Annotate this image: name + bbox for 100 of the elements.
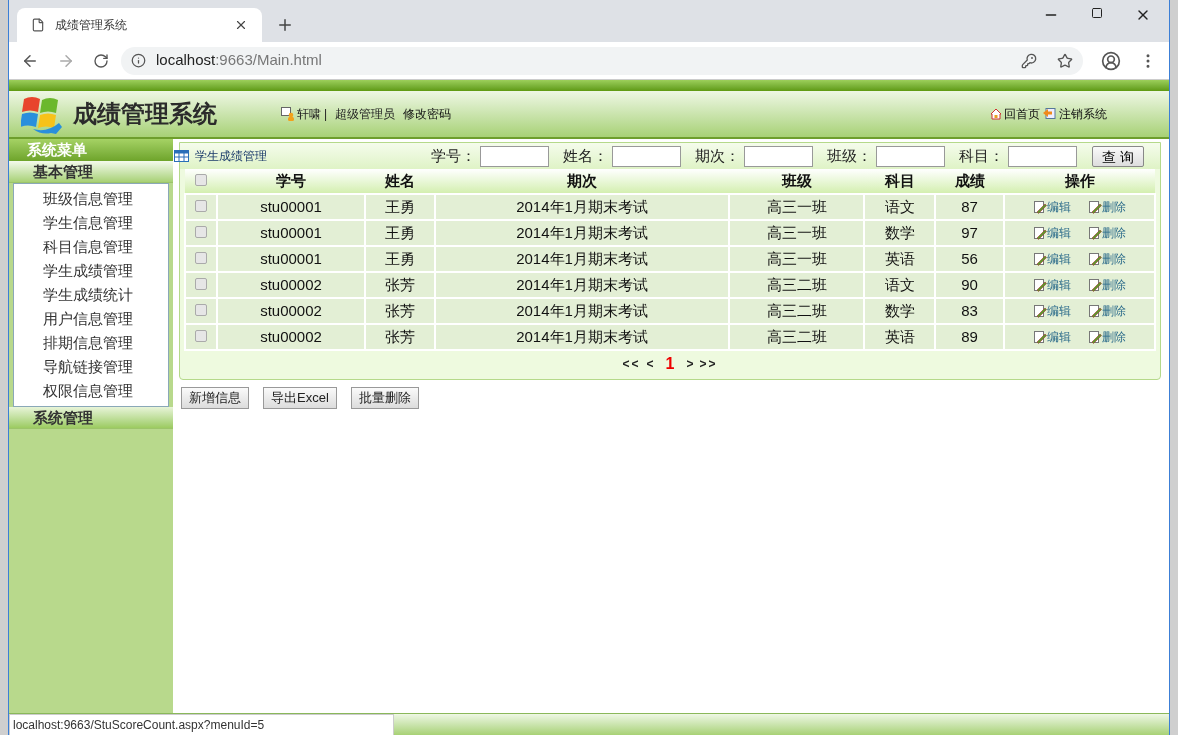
action-link[interactable]: 编辑 [1033,250,1071,268]
action-link[interactable]: 删除 [1088,276,1126,294]
column-header: 班级 [729,169,864,194]
pencil-icon [1088,200,1102,214]
checkbox[interactable] [195,200,207,212]
checkbox[interactable] [195,304,207,316]
action-link[interactable]: 删除 [1088,328,1126,346]
table-icon [174,150,189,162]
checkbox[interactable] [195,174,207,186]
menu-item[interactable]: 排期信息管理 [14,331,168,355]
menu-group-header[interactable]: 基本管理 [9,161,173,183]
close-icon[interactable] [234,18,248,32]
role-text: 超级管理员 [335,106,396,123]
menu-item[interactable]: 学生成绩管理 [14,259,168,283]
column-header: 成绩 [935,169,1004,194]
table-cell: 高三一班 [729,194,864,220]
home-icon [990,108,1002,120]
search-button[interactable]: 查 询 [1092,145,1144,167]
filter-input[interactable] [480,145,550,167]
change-password-link[interactable]: 修改密码 [403,105,452,123]
filter-label: 姓名： [563,145,609,166]
action-button[interactable]: 导出Excel [263,387,337,409]
pencil-icon [1088,278,1102,292]
table-cell: 2014年1月期末考试 [435,324,729,350]
status-url-popup: localhost:9663/StuScoreCount.aspx?menuId=5 [9,714,394,735]
home-link[interactable]: 回首页 [1004,105,1040,123]
filter-label: 班级： [827,145,873,166]
filter-input[interactable] [1008,145,1078,167]
filter-input[interactable] [612,145,682,167]
action-link[interactable]: 编辑 [1033,198,1071,216]
action-link[interactable]: 删除 [1088,224,1126,242]
reload-icon[interactable] [93,52,109,69]
table-cell: 高三二班 [729,324,864,350]
checkbox[interactable] [195,330,207,342]
panel-title: 学生成绩管理 [195,148,267,165]
info-icon [131,53,146,68]
action-button[interactable]: 批量删除 [350,387,419,409]
checkbox[interactable] [195,226,207,238]
pencil-icon [1033,304,1047,318]
menu-item[interactable]: 学生成绩统计 [14,283,168,307]
pencil-icon [1033,226,1047,240]
pencil-icon [1033,200,1047,214]
column-header: 操作 [1004,169,1155,194]
pencil-icon [1033,252,1047,266]
page-icon [31,18,45,32]
action-button[interactable]: 新增信息 [181,387,249,409]
action-link[interactable]: 编辑 [1033,328,1071,346]
action-link[interactable]: 编辑 [1033,302,1071,320]
action-link[interactable]: 删除 [1088,250,1126,268]
action-link[interactable]: 删除 [1088,302,1126,320]
last-page-link[interactable]: >> [699,355,718,373]
key-icon[interactable] [1021,52,1037,69]
first-page-link[interactable]: << [622,355,641,373]
prev-page-link[interactable]: < [646,355,654,373]
column-header: 科目 [864,169,935,194]
column-header: 期次 [435,169,729,194]
column-header: 学号 [217,169,365,194]
pencil-icon [1088,304,1102,318]
page-number[interactable]: 1 [665,352,675,376]
sidebar-title: 系统菜单 [9,139,173,161]
table-cell: 张芳 [365,324,435,350]
pencil-icon [1088,330,1102,344]
bookmark-star-icon[interactable] [1057,52,1073,69]
new-tab-icon[interactable] [276,16,294,34]
filter-label: 学号： [431,145,477,166]
table-cell: 2014年1月期末考试 [435,194,729,220]
column-header: 姓名 [365,169,435,194]
profile-icon[interactable] [1101,50,1121,71]
menu-item[interactable]: 科目信息管理 [14,235,168,259]
browser-tab[interactable]: 成绩管理系统 [17,8,262,42]
filter-input[interactable] [744,145,814,167]
pencil-icon [1033,278,1047,292]
menu-group-header[interactable]: 系统管理 [9,407,173,429]
table-cell: stu00001 [217,194,365,220]
address-bar[interactable]: localhost:9663/Main.html [121,46,1083,75]
app-title: 成绩管理系统 [73,99,218,129]
menu-item[interactable]: 导航链接管理 [14,355,168,379]
action-link[interactable]: 编辑 [1033,224,1071,242]
pencil-icon [1088,252,1102,266]
pencil-icon [1088,226,1102,240]
table-cell: stu00002 [217,324,365,350]
checkbox[interactable] [195,252,207,264]
table-cell: 英语 [864,324,935,350]
next-page-link[interactable]: > [686,355,694,373]
action-link[interactable]: 编辑 [1033,276,1071,294]
logout-link[interactable]: 注销系统 [1059,105,1107,123]
menu-item[interactable]: 用户信息管理 [14,307,168,331]
menu-item[interactable]: 学生信息管理 [14,211,168,235]
table-cell: 89 [935,324,1004,350]
action-link[interactable]: 删除 [1088,198,1126,216]
maximize-icon[interactable] [1091,7,1103,19]
menu-item[interactable]: 权限信息管理 [14,379,168,403]
filter-label: 期次： [695,145,741,166]
filter-input[interactable] [876,145,946,167]
filter-label: 科目： [959,145,1005,166]
user-icon [281,107,295,121]
checkbox[interactable] [195,278,207,290]
menu-item[interactable]: 班级信息管理 [14,187,168,211]
pencil-icon [1033,330,1047,344]
separator-text: | [324,106,328,123]
